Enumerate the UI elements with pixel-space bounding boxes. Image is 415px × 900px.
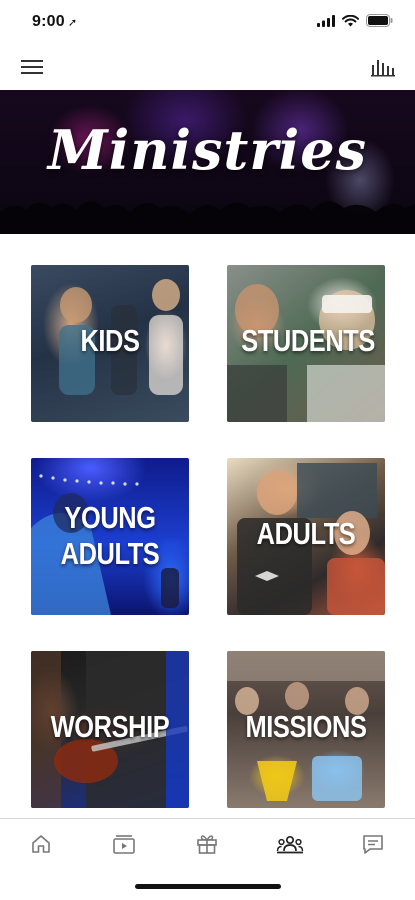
crowd-silhouette — [0, 201, 415, 234]
status-time-text: 9:00 — [32, 13, 65, 30]
wifi-icon — [342, 14, 359, 26]
tile-kids[interactable]: KIDS — [31, 265, 189, 422]
hero-banner: Ministries — [0, 90, 415, 234]
tile-missions-label: MISSIONS — [241, 709, 371, 745]
hamburger-menu-icon[interactable] — [18, 55, 46, 79]
status-icons — [317, 14, 393, 27]
tile-missions-label-line: MISSIONS — [245, 709, 367, 744]
tile-young-adults-label: YOUNG ADULTS — [45, 500, 175, 572]
tile-adults[interactable]: ADULTS — [227, 458, 385, 615]
tile-students-label-line: STUDENTS — [241, 323, 375, 358]
bottom-tab-bar — [0, 818, 415, 866]
tile-young-adults-label-line-2: ADULTS — [60, 536, 160, 571]
home-icon[interactable] — [24, 829, 58, 859]
tile-adults-label: ADULTS — [241, 516, 371, 552]
nav-bar — [0, 44, 415, 90]
tile-missions[interactable]: MISSIONS — [227, 651, 385, 808]
location-arrow-icon: ➚ — [67, 17, 78, 29]
groups-icon[interactable] — [273, 829, 307, 859]
gift-icon[interactable] — [190, 829, 224, 859]
tile-worship[interactable]: WORSHIP — [31, 651, 189, 808]
tile-worship-label: WORSHIP — [45, 709, 175, 745]
tile-kids-label-line: KIDS — [80, 323, 140, 358]
status-bar: 9:00 ➚ — [0, 0, 415, 44]
tile-students[interactable]: STUDENTS — [227, 265, 385, 422]
status-time: 9:00 ➚ — [32, 13, 77, 31]
media-icon[interactable] — [107, 829, 141, 859]
message-icon[interactable] — [356, 829, 390, 859]
tile-students-label: STUDENTS — [241, 323, 375, 359]
page-title: Ministries — [47, 118, 368, 182]
signal-icon — [317, 14, 335, 27]
tile-adults-label-line: ADULTS — [256, 516, 356, 551]
bar-chart-icon[interactable] — [369, 55, 397, 79]
tile-worship-label-line: WORSHIP — [50, 709, 170, 744]
tile-young-adults-label-line-1: YOUNG — [64, 500, 156, 535]
battery-icon — [366, 14, 393, 27]
tile-kids-label: KIDS — [45, 323, 175, 359]
home-indicator[interactable] — [135, 884, 281, 889]
tile-young-adults[interactable]: YOUNG ADULTS — [31, 458, 189, 615]
ministries-grid: KIDS STUDENTS YOUNG ADULTS ADULTS WORSHI… — [31, 265, 385, 810]
